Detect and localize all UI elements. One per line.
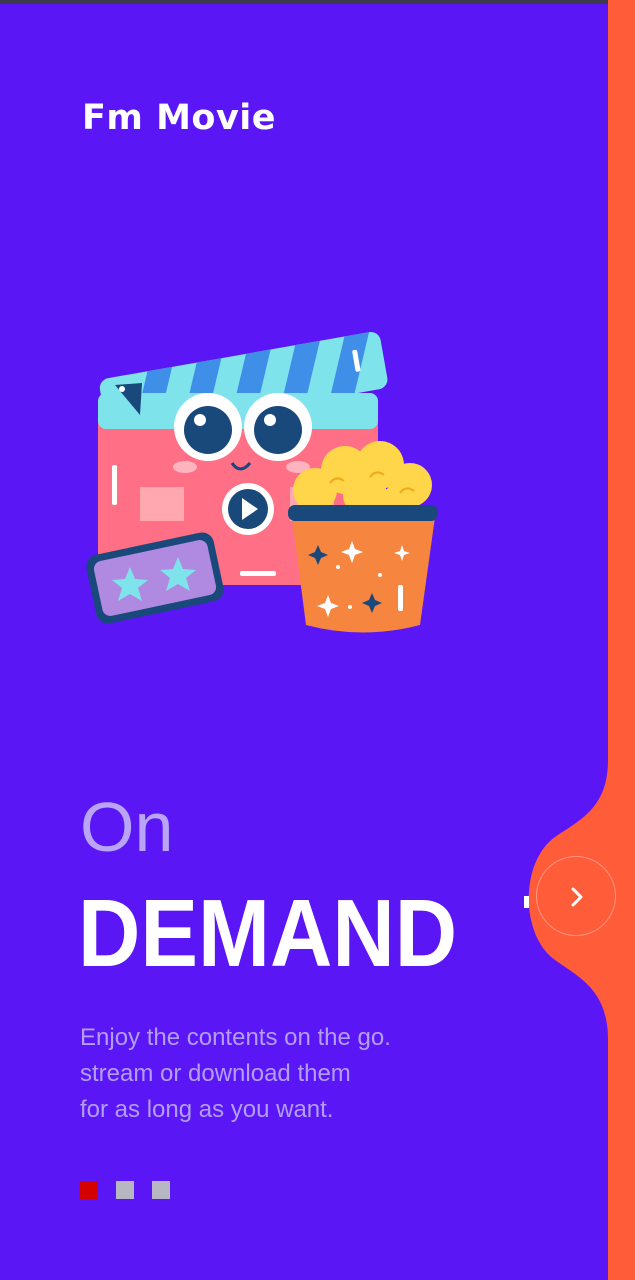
- movie-illustration: [86, 331, 438, 633]
- onboarding-description: Enjoy the contents on the go. stream or …: [80, 1020, 440, 1128]
- headline-light-text: On: [80, 788, 174, 866]
- page-dot-3[interactable]: [152, 1181, 170, 1199]
- headline-bold-text: DEMAND: [78, 880, 458, 987]
- page-dot-1[interactable]: [80, 1181, 98, 1199]
- description-line: for as long as you want.: [80, 1096, 334, 1123]
- chevron-right-icon: [571, 887, 583, 907]
- status-bar: [0, 0, 635, 4]
- page-indicator: [80, 1181, 170, 1199]
- popcorn-icon: [288, 441, 438, 633]
- description-line: Enjoy the contents on the go.: [80, 1024, 391, 1051]
- page-dot-2[interactable]: [116, 1181, 134, 1199]
- app-brand-logo: Fm Movie: [82, 98, 276, 138]
- description-line: stream or download them: [80, 1060, 351, 1087]
- next-button[interactable]: [536, 856, 616, 936]
- page-indicator-tick: [524, 896, 529, 908]
